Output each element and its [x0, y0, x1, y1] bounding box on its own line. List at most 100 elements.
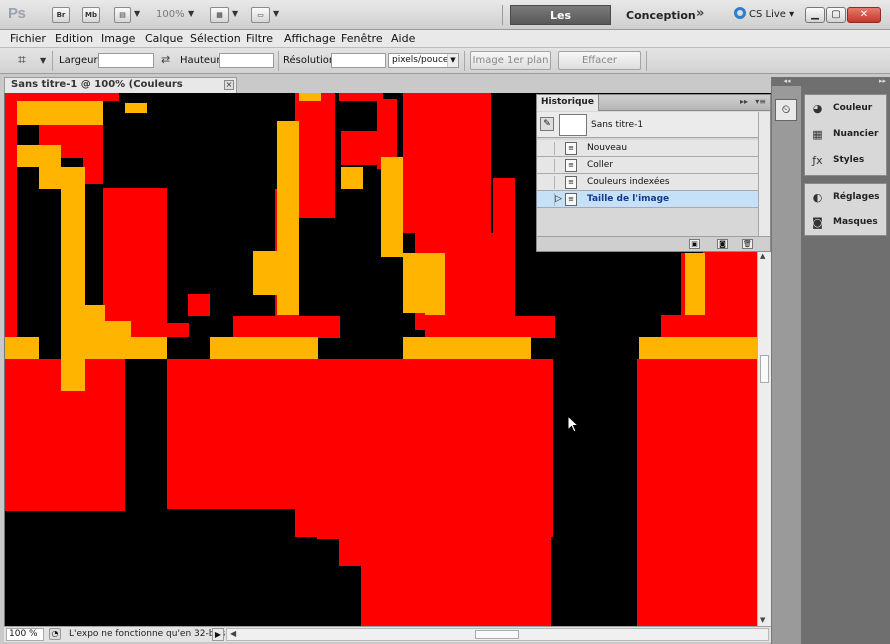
dock-item-color[interactable]: ◕ Couleur: [805, 97, 888, 121]
maximize-button[interactable]: ▢: [826, 7, 846, 23]
menu-image[interactable]: Image: [101, 32, 135, 45]
menu-select[interactable]: Sélection: [190, 32, 241, 45]
vertical-scrollbar[interactable]: ▲ ▼: [757, 250, 771, 626]
canvas-red-region: [493, 178, 515, 338]
menu-layer[interactable]: Calque: [145, 32, 183, 45]
menu-filter[interactable]: Filtre: [246, 32, 273, 45]
dock-item-masks[interactable]: ◙ Masques: [805, 211, 888, 235]
view-extras-button[interactable]: ▤: [114, 7, 131, 23]
canvas-orange-region: [17, 101, 103, 125]
resolution-input[interactable]: [331, 53, 386, 68]
document-tab[interactable]: Sans titre-1 @ 100% (Couleurs indexées) …: [4, 77, 237, 104]
canvas-red-region: [188, 294, 210, 316]
workspace-design[interactable]: Conception: [626, 9, 696, 22]
swap-icon[interactable]: ⇄: [161, 53, 170, 66]
status-message: L'expo ne fonctionne qu'en 32-bits: [69, 629, 226, 639]
snapshot-camera-icon[interactable]: ◙: [717, 239, 728, 249]
chevron-down-icon: ▼: [447, 54, 458, 67]
menu-help[interactable]: Aide: [391, 32, 415, 45]
history-panel-footer: ▣ ◙ 🗑: [537, 236, 770, 251]
canvas-orange-region: [81, 337, 167, 359]
dock-item-label: Styles: [833, 155, 865, 165]
workspace-more-button[interactable]: »: [696, 6, 704, 21]
workspace-essentials[interactable]: Les indispensables: [510, 5, 611, 42]
canvas-red-region: [39, 93, 119, 101]
chevron-down-icon[interactable]: ▼: [273, 9, 279, 18]
history-brush-icon[interactable]: ✎: [540, 117, 554, 131]
history-panel-icon[interactable]: ⏲: [775, 99, 797, 121]
scroll-down-icon[interactable]: ▼: [760, 616, 765, 624]
canvas-red-region: [403, 93, 491, 233]
arrange-documents-button[interactable]: ▦: [210, 7, 229, 23]
menu-window[interactable]: Fenêtre: [341, 32, 383, 45]
dock-collapsed-strip: ◂◂ ⏲: [771, 77, 802, 644]
height-input[interactable]: [219, 53, 274, 68]
screen-mode-button[interactable]: ▭: [251, 7, 270, 23]
scroll-up-icon[interactable]: ▲: [760, 252, 765, 260]
canvas-red-region: [295, 93, 335, 218]
crop-tool-icon[interactable]: ⌗: [18, 52, 26, 68]
minimize-button[interactable]: ▁: [805, 7, 825, 23]
canvas-orange-region: [17, 145, 61, 167]
resolution-unit-select[interactable]: pixels/pouce ▼: [388, 53, 459, 68]
dock-item-swatches[interactable]: ▦ Nuancier: [805, 123, 888, 147]
palette-icon: ◕: [812, 102, 823, 115]
expand-dock-icon[interactable]: ◂◂: [772, 77, 802, 86]
menu-view[interactable]: Affichage: [284, 32, 336, 45]
cs-live-button[interactable]: CS Live ▾: [734, 7, 794, 20]
panel-menu-icon[interactable]: ▾≡: [755, 97, 766, 106]
history-brush-slot[interactable]: [541, 159, 555, 172]
chevron-down-icon[interactable]: ▼: [232, 9, 238, 18]
history-state-slider-icon[interactable]: ▷: [555, 194, 562, 204]
mini-bridge-button[interactable]: Mb: [82, 7, 100, 23]
close-button[interactable]: ✕: [847, 7, 881, 23]
history-snapshot[interactable]: ✎ Sans titre-1: [537, 112, 758, 138]
front-image-button[interactable]: Image 1er plan: [470, 51, 551, 70]
history-step-active[interactable]: ▷ ≡ Taille de l'image: [537, 191, 758, 208]
history-step[interactable]: ≡ Coller: [537, 157, 758, 174]
canvas-orange-region: [5, 337, 39, 359]
history-brush-slot[interactable]: [541, 142, 555, 155]
dock-item-styles[interactable]: ƒx Styles: [805, 149, 888, 173]
canvas-red-region: [83, 124, 103, 184]
zoom-input[interactable]: 100 %: [6, 628, 44, 641]
width-input[interactable]: [98, 53, 154, 68]
close-icon[interactable]: ×: [224, 80, 234, 90]
new-document-from-state-icon[interactable]: ▣: [689, 239, 700, 249]
scroll-left-icon[interactable]: ◀: [230, 629, 236, 638]
zoom-level[interactable]: 100%: [156, 9, 185, 20]
history-tab[interactable]: Historique: [537, 95, 599, 111]
collapse-dock-icon[interactable]: ▸▸: [801, 77, 890, 86]
horizontal-scrollbar[interactable]: ◀: [226, 628, 769, 641]
chevron-down-icon[interactable]: ▼: [188, 9, 194, 18]
scroll-thumb[interactable]: [475, 630, 519, 639]
canvas-red-region: [149, 323, 189, 337]
cs-live-label: CS Live: [749, 9, 786, 20]
dock-item-adjustments[interactable]: ◐ Réglages: [805, 186, 888, 210]
history-scrollbar[interactable]: [758, 112, 770, 236]
menu-edit[interactable]: Edition: [55, 32, 93, 45]
canvas-red-region: [361, 493, 551, 626]
status-menu-arrow-icon[interactable]: ▶: [212, 628, 224, 641]
history-brush-slot[interactable]: [541, 176, 555, 189]
info-icon[interactable]: ◔: [49, 628, 61, 640]
clear-button[interactable]: Effacer: [558, 51, 641, 70]
history-step-label: Couleurs indexées: [587, 177, 670, 187]
history-brush-slot[interactable]: [541, 193, 555, 206]
bridge-button[interactable]: Br: [52, 7, 70, 23]
history-step[interactable]: ≡ Nouveau: [537, 140, 758, 157]
photoshop-logo: Ps: [8, 5, 26, 22]
menu-file[interactable]: Fichier: [10, 32, 46, 45]
scroll-thumb[interactable]: [760, 355, 769, 383]
history-step[interactable]: ≡ Couleurs indexées: [537, 174, 758, 191]
adjustments-icon: ◐: [812, 191, 823, 204]
chevron-down-icon[interactable]: ▼: [134, 9, 140, 18]
collapse-icon[interactable]: ▸▸: [740, 97, 748, 106]
trash-icon[interactable]: 🗑: [742, 239, 753, 249]
canvas-orange-region: [639, 337, 771, 359]
resolution-unit-value: pixels/pouce: [392, 55, 449, 65]
canvas-orange-region: [253, 251, 277, 295]
mouse-cursor-icon: [568, 416, 580, 433]
menu-bar: Fichier Edition Image Calque Sélection F…: [0, 30, 890, 48]
chevron-down-icon[interactable]: ▼: [40, 56, 46, 65]
